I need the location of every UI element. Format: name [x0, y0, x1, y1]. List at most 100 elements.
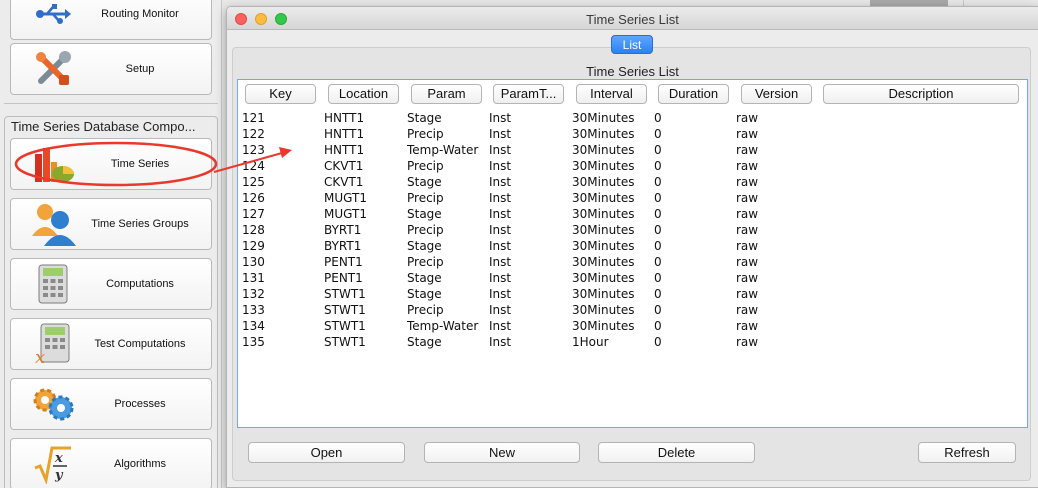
cell-version: raw — [736, 287, 759, 301]
gears-icon — [29, 380, 77, 428]
column-header-version[interactable]: Version — [741, 84, 812, 104]
cell-param: Temp-Water — [407, 143, 479, 157]
table-row[interactable]: 130 PENT1 Precip Inst 30Minutes 0 raw — [238, 254, 1027, 270]
cell-paramtype: Inst — [489, 175, 512, 189]
cell-interval: 30Minutes — [572, 159, 635, 173]
cell-key: 123 — [242, 143, 265, 157]
cell-duration: 0 — [654, 255, 662, 269]
test-computations-button[interactable]: x Test Computations — [10, 318, 212, 370]
processes-button[interactable]: Processes — [10, 378, 212, 430]
table-row[interactable]: 125 CKVT1 Stage Inst 30Minutes 0 raw — [238, 174, 1027, 190]
svg-text:x: x — [54, 451, 63, 466]
table-row[interactable]: 123 HNTT1 Temp-Water Inst 30Minutes 0 raw — [238, 142, 1027, 158]
table-row[interactable]: 127 MUGT1 Stage Inst 30Minutes 0 raw — [238, 206, 1027, 222]
cell-version: raw — [736, 303, 759, 317]
cell-location: STWT1 — [324, 319, 366, 333]
panel-title: Time Series List — [586, 64, 679, 79]
cell-duration: 0 — [654, 223, 662, 237]
cell-param: Precip — [407, 223, 444, 237]
time-series-chart-icon — [29, 140, 77, 188]
cell-location: STWT1 — [324, 335, 366, 349]
cell-location: MUGT1 — [324, 207, 367, 221]
cell-interval: 30Minutes — [572, 303, 635, 317]
table-row[interactable]: 128 BYRT1 Precip Inst 30Minutes 0 raw — [238, 222, 1027, 238]
column-header-key[interactable]: Key — [245, 84, 316, 104]
table-body: 121 HNTT1 Stage Inst 30Minutes 0 raw 122 HNTT1 Pr… — [238, 110, 1027, 350]
cell-interval: 30Minutes — [572, 111, 635, 125]
cell-param: Stage — [407, 287, 442, 301]
cell-key: 127 — [242, 207, 265, 221]
cell-paramtype: Inst — [489, 287, 512, 301]
table-row[interactable]: 121 HNTT1 Stage Inst 30Minutes 0 raw — [238, 110, 1027, 126]
usb-routing-icon — [29, 0, 77, 38]
cell-interval: 30Minutes — [572, 143, 635, 157]
cell-version: raw — [736, 271, 759, 285]
cell-key: 132 — [242, 287, 265, 301]
cell-interval: 30Minutes — [572, 223, 635, 237]
cell-version: raw — [736, 207, 759, 221]
column-header-interval[interactable]: Interval — [576, 84, 647, 104]
tab-list[interactable]: List — [611, 35, 653, 54]
column-header-location[interactable]: Location — [328, 84, 399, 104]
cell-duration: 0 — [654, 191, 662, 205]
cell-paramtype: Inst — [489, 111, 512, 125]
cell-duration: 0 — [654, 287, 662, 301]
column-header-duration[interactable]: Duration — [658, 84, 729, 104]
cell-interval: 30Minutes — [572, 255, 635, 269]
cell-paramtype: Inst — [489, 319, 512, 333]
cell-location: BYRT1 — [324, 223, 362, 237]
cell-interval: 1Hour — [572, 335, 609, 349]
table-row[interactable]: 131 PENT1 Stage Inst 30Minutes 0 raw — [238, 270, 1027, 286]
setup-label: Setup — [125, 63, 155, 75]
cell-param: Stage — [407, 111, 442, 125]
column-header-param[interactable]: Param — [411, 84, 482, 104]
column-header-description[interactable]: Description — [823, 84, 1019, 104]
cell-paramtype: Inst — [489, 335, 512, 349]
cell-version: raw — [736, 175, 759, 189]
refresh-button[interactable]: Refresh — [918, 442, 1016, 463]
cell-interval: 30Minutes — [572, 127, 635, 141]
cell-location: CKVT1 — [324, 175, 364, 189]
cell-interval: 30Minutes — [572, 271, 635, 285]
algorithms-button[interactable]: x y Algorithms — [10, 438, 212, 488]
cell-interval: 30Minutes — [572, 287, 635, 301]
cell-key: 121 — [242, 111, 265, 125]
cell-duration: 0 — [654, 111, 662, 125]
computations-button[interactable]: Computations — [10, 258, 212, 310]
time-series-button[interactable]: Time Series — [10, 138, 212, 190]
column-header-paramtype[interactable]: ParamT... — [493, 84, 564, 104]
cell-interval: 30Minutes — [572, 239, 635, 253]
open-button[interactable]: Open — [248, 442, 405, 463]
cell-paramtype: Inst — [489, 191, 512, 205]
table-row[interactable]: 124 CKVT1 Precip Inst 30Minutes 0 raw — [238, 158, 1027, 174]
cell-key: 129 — [242, 239, 265, 253]
calculator-icon — [29, 260, 77, 308]
cell-location: STWT1 — [324, 303, 366, 317]
time-series-table: Key Location Param ParamT... Interval Du… — [237, 79, 1028, 428]
cell-key: 124 — [242, 159, 265, 173]
table-row[interactable]: 134 STWT1 Temp-Water Inst 30Minutes 0 raw — [238, 318, 1027, 334]
routing-monitor-button[interactable]: Routing Monitor — [10, 0, 212, 40]
separator — [4, 103, 218, 104]
new-button[interactable]: New — [424, 442, 580, 463]
table-row[interactable]: 129 BYRT1 Stage Inst 30Minutes 0 raw — [238, 238, 1027, 254]
cell-param: Stage — [407, 239, 442, 253]
cell-paramtype: Inst — [489, 239, 512, 253]
cell-key: 130 — [242, 255, 265, 269]
table-row[interactable]: 135 STWT1 Stage Inst 1Hour 0 raw — [238, 334, 1027, 350]
table-row[interactable]: 133 STWT1 Precip Inst 30Minutes 0 raw — [238, 302, 1027, 318]
setup-button[interactable]: Setup — [10, 43, 212, 95]
table-row[interactable]: 122 HNTT1 Precip Inst 30Minutes 0 raw — [238, 126, 1027, 142]
svg-text:y: y — [54, 468, 64, 483]
delete-button[interactable]: Delete — [598, 442, 755, 463]
cell-version: raw — [736, 111, 759, 125]
window-titlebar[interactable]: Time Series List — [227, 7, 1038, 30]
test-calculator-icon: x — [29, 320, 77, 368]
time-series-groups-button[interactable]: Time Series Groups — [10, 198, 212, 250]
cell-location: MUGT1 — [324, 191, 367, 205]
cell-duration: 0 — [654, 143, 662, 157]
table-row[interactable]: 132 STWT1 Stage Inst 30Minutes 0 raw — [238, 286, 1027, 302]
launcher-panel: Routing Monitor Setup Time Series Databa… — [0, 0, 222, 488]
cell-location: STWT1 — [324, 287, 366, 301]
table-row[interactable]: 126 MUGT1 Precip Inst 30Minutes 0 raw — [238, 190, 1027, 206]
